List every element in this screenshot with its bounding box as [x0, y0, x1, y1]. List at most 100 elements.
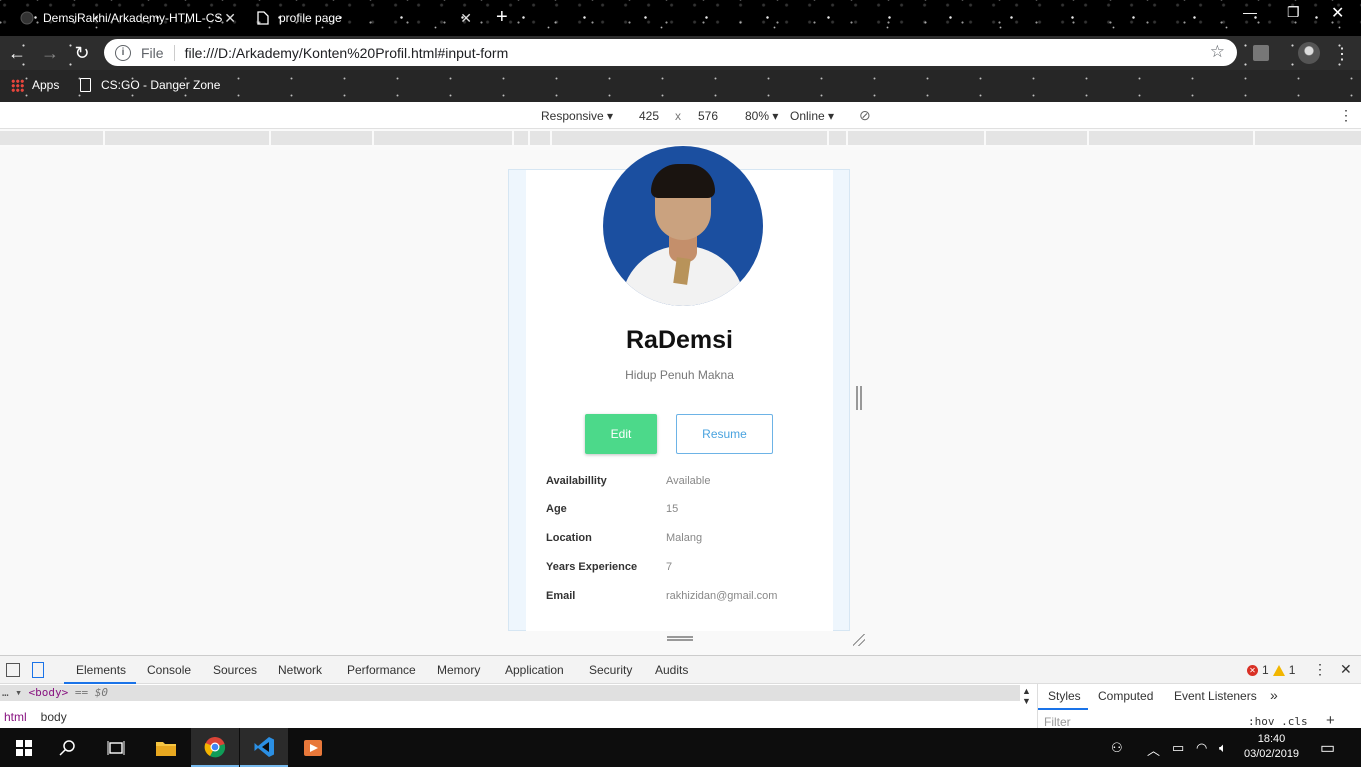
vscode-icon [254, 736, 274, 757]
tab-title: profile page [279, 11, 342, 25]
error-icon: ✕ [1247, 664, 1258, 676]
breadcrumb-html[interactable]: html [4, 710, 27, 724]
resume-button[interactable]: Resume [676, 414, 773, 454]
close-icon[interactable]: ✕ [224, 10, 236, 27]
edit-button[interactable]: Edit [585, 414, 657, 454]
search-button[interactable] [44, 728, 92, 767]
resize-handle-corner[interactable] [853, 634, 865, 646]
resize-handle-bottom[interactable] [667, 636, 693, 641]
zoom-select[interactable]: 80% ▾ [745, 109, 778, 123]
back-arrow-icon[interactable]: ← [5, 41, 29, 65]
browser-tab-profile-page[interactable]: profile page ✕ [250, 0, 480, 36]
bookmarks-bar: Apps CS:GO - Danger Zone [0, 70, 1361, 102]
detail-row-availability: Availabillity Available [546, 475, 826, 491]
profile-card: RaDemsi Hidup Penuh Makna Edit Resume Av… [526, 146, 833, 631]
detail-row-email: Email rakhizidan@gmail.com [546, 590, 826, 606]
notification-center-icon[interactable]: ▭ [1320, 738, 1335, 758]
hov-cls-toggle[interactable]: :hov .cls [1248, 715, 1308, 728]
error-count: 1 [1262, 663, 1269, 677]
detail-label: Availabillity [546, 475, 607, 487]
taskbar-vscode[interactable] [240, 728, 288, 767]
network-throttle-select[interactable]: Online ▾ [790, 109, 834, 123]
viewport-height-input[interactable]: 576 [698, 109, 718, 123]
url-text[interactable]: file:///D:/Arkademy/Konten%20Profil.html… [185, 45, 509, 61]
reload-icon[interactable]: ↻ [70, 41, 94, 65]
task-view-button[interactable] [92, 728, 140, 767]
tab-title: DemsiRakhi/Arkademy-HTML-CS [43, 11, 223, 25]
profile-avatar[interactable] [1298, 42, 1320, 64]
system-clock[interactable]: 18:40 03/02/2019 [1244, 732, 1299, 762]
detail-label: Location [546, 532, 592, 544]
tab-computed[interactable]: Computed [1098, 689, 1153, 703]
taskbar-file-explorer[interactable] [142, 728, 190, 767]
scroll-arrows-icon[interactable]: ▲ ▼ [1022, 686, 1031, 706]
dimension-separator: x [675, 109, 681, 123]
dom-tree-selected-line[interactable]: … ▾ <body> == $0 [0, 685, 1020, 701]
extension-icon[interactable] [1253, 45, 1269, 61]
device-frame: RaDemsi Hidup Penuh Makna Edit Resume Av… [508, 146, 850, 631]
people-icon[interactable]: ⚇ [1111, 740, 1123, 756]
detail-label: Age [546, 503, 567, 515]
tab-audits[interactable]: Audits [655, 663, 688, 677]
devtools-tabbar: Elements Console Sources Network Perform… [0, 656, 1361, 684]
detail-row-experience: Years Experience 7 [546, 561, 826, 577]
new-tab-button[interactable]: + [496, 6, 508, 29]
info-icon[interactable]: i [115, 44, 131, 61]
tab-performance[interactable]: Performance [347, 663, 416, 677]
tab-network[interactable]: Network [278, 663, 322, 677]
start-button[interactable] [0, 728, 48, 767]
profile-tagline: Hidup Penuh Makna [625, 368, 734, 382]
kebab-menu-icon[interactable]: ⋮ [1334, 44, 1350, 64]
close-window-icon[interactable]: ✕ [1331, 3, 1344, 23]
taskbar-media-app[interactable] [289, 728, 337, 767]
resize-handle-right[interactable] [856, 386, 862, 410]
chevron-up-icon[interactable]: ︿ [1147, 740, 1160, 759]
restore-icon[interactable]: ❐ [1287, 4, 1300, 21]
battery-icon[interactable]: ▭ [1172, 740, 1184, 756]
bookmark-star-icon[interactable]: ☆ [1210, 42, 1225, 62]
address-bar[interactable]: i File file:///D:/Arkademy/Konten%20Prof… [104, 39, 1237, 66]
forward-arrow-icon[interactable]: → [38, 41, 62, 65]
volume-icon[interactable]: 🔈︎ [1219, 740, 1227, 756]
close-icon[interactable]: ✕ [460, 10, 472, 27]
tab-event-listeners[interactable]: Event Listeners [1174, 689, 1257, 703]
emulated-viewport: RaDemsi Hidup Penuh Makna Edit Resume Av… [0, 146, 1361, 655]
styles-filter-input[interactable]: Filter [1044, 715, 1071, 729]
tab-elements[interactable]: Elements [76, 663, 126, 677]
close-devtools-icon[interactable]: ✕ [1340, 661, 1352, 678]
device-mode-select[interactable]: Responsive ▾ [541, 109, 613, 123]
breadcrumb: html body [0, 710, 77, 724]
tab-application[interactable]: Application [505, 663, 564, 677]
detail-label: Email [546, 590, 576, 602]
bookmark-csgo[interactable]: CS:GO - Danger Zone [80, 78, 220, 92]
tab-styles[interactable]: Styles [1048, 689, 1081, 703]
more-options-icon[interactable]: ⋮ [1339, 107, 1353, 124]
detail-value[interactable]: rakhizidan@gmail.com [666, 590, 777, 602]
browser-titlebar: DemsiRakhi/Arkademy-HTML-CS ✕ profile pa… [0, 0, 1361, 36]
add-rule-icon[interactable]: + [1326, 712, 1335, 729]
github-icon [20, 11, 34, 25]
inspect-element-icon[interactable] [6, 663, 20, 677]
tab-security[interactable]: Security [589, 663, 632, 677]
selected-node-suffix: == $0 [74, 686, 108, 699]
viewport-width-input[interactable]: 425 [639, 109, 659, 123]
windows-taskbar: ⚇ ︿ ▭ ◠ 🔈︎ 18:40 03/02/2019 ▭ [0, 728, 1361, 767]
breadcrumb-body[interactable]: body [41, 710, 67, 724]
error-warning-counter[interactable]: ✕ 1 1 [1247, 663, 1295, 677]
warning-count: 1 [1288, 663, 1296, 677]
device-toggle-icon[interactable] [32, 662, 44, 678]
taskbar-chrome[interactable] [191, 728, 239, 767]
tab-memory[interactable]: Memory [437, 663, 480, 677]
detail-value: 15 [666, 503, 679, 515]
apps-grid-icon [11, 78, 24, 92]
rotate-icon[interactable]: ⊘ [859, 107, 871, 124]
minimize-icon[interactable]: — [1243, 4, 1257, 20]
browser-tab-github[interactable]: DemsiRakhi/Arkademy-HTML-CS ✕ [14, 0, 244, 36]
bookmark-apps[interactable]: Apps [11, 78, 59, 92]
more-tabs-icon[interactable]: » [1270, 687, 1278, 703]
tab-sources[interactable]: Sources [213, 663, 257, 677]
media-query-ruler[interactable] [0, 129, 1361, 147]
devtools-menu-icon[interactable]: ⋮ [1313, 661, 1327, 678]
tab-console[interactable]: Console [147, 663, 191, 677]
wifi-icon[interactable]: ◠ [1196, 740, 1207, 756]
